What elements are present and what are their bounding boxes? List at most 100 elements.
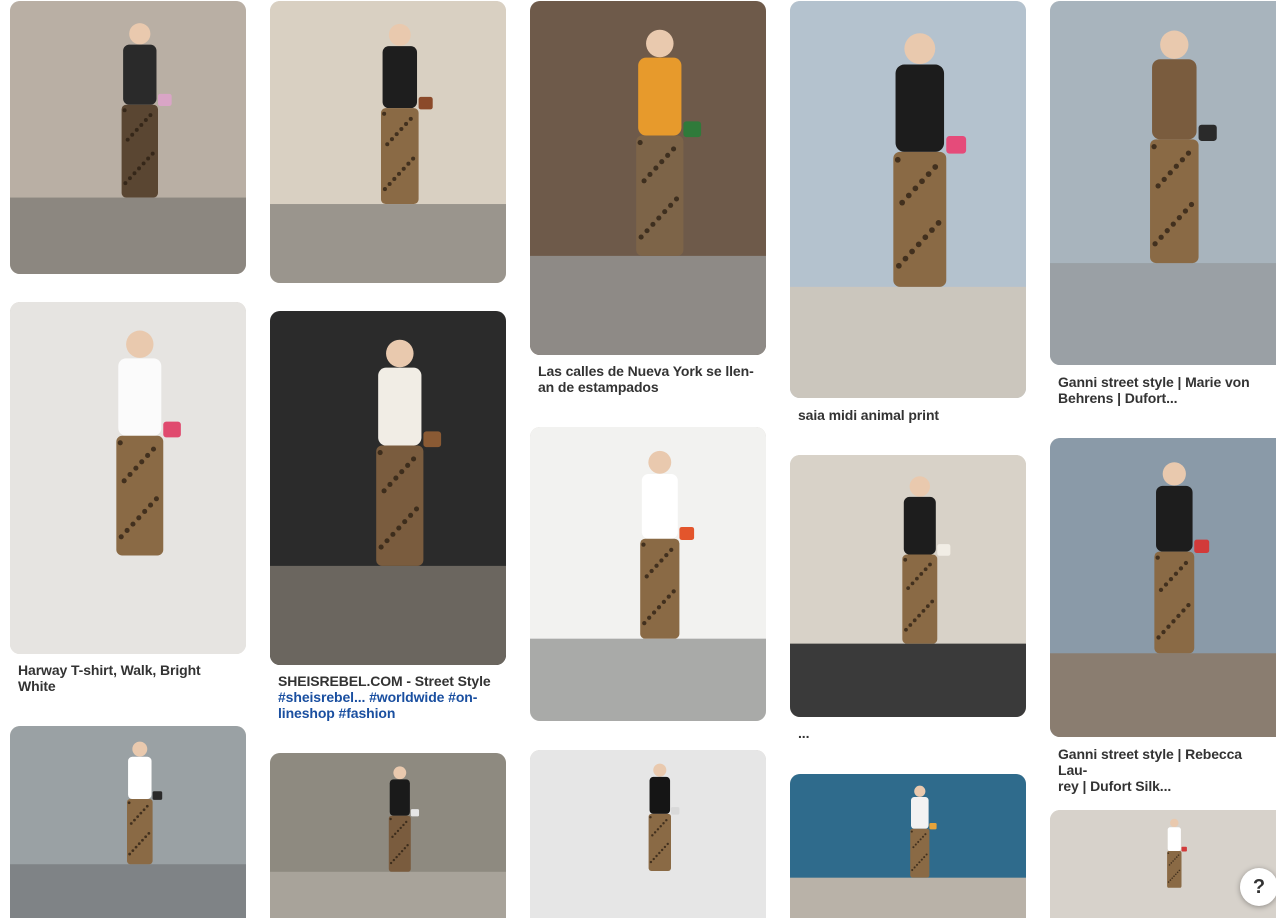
figure-head [648,450,672,474]
leopard-spot [145,804,149,808]
leopard-spot [1169,879,1172,881]
leopard-spot [644,574,649,579]
leopard-spot [659,558,664,563]
leopard-spot [917,613,921,618]
leopard-spot [928,562,932,567]
photo-placeholder [270,753,506,918]
leopard-spot [673,196,680,202]
leopard-spot [932,164,939,170]
leopard-spot [1179,157,1186,163]
pin-title-line: rey | Dufort Silk... [1058,778,1172,794]
figure-top [1167,827,1181,852]
leopard-spot [1183,560,1189,566]
photo-placeholder [530,1,766,355]
leopard-spot [1174,858,1176,860]
leopard-spot [142,808,146,812]
figure-head [1160,30,1189,59]
pin-image[interactable] [270,753,506,918]
pin-image[interactable] [10,302,246,654]
leopard-spot [912,185,919,192]
pin-hashtags[interactable]: lineshop #fashion [278,705,502,721]
leopard-spot [150,151,155,156]
pin-title[interactable]: saia midi animal print [798,407,1022,423]
leopard-spot [1172,860,1174,862]
leopard-spot [143,118,148,122]
leopard-spot [669,547,674,553]
pin-image[interactable] [790,774,1026,918]
leopard-spot [1158,587,1164,593]
leopard-spot [653,831,657,834]
pin-title[interactable]: Ganni street style | Marie von Behrens |… [1058,374,1274,406]
leopard-spot [914,843,917,846]
leopard-spot [1151,143,1157,150]
photo-placeholder [10,726,246,918]
leopard-spot [1182,208,1189,214]
pin-hashtags[interactable]: #sheisrebel... #worldwide #on- [278,689,502,705]
figure-top [649,776,671,814]
photo-placeholder [270,1,506,283]
leopard-spot [121,478,127,484]
leopard-spot [123,181,128,186]
leopard-spot [654,563,659,568]
leopard-spot [1164,228,1170,234]
leopard-spot [647,615,652,620]
leopard-spot [656,828,660,831]
pin-image[interactable] [270,311,506,665]
figure-head [1170,818,1179,828]
pin-image[interactable] [790,1,1026,398]
figure-top [378,367,422,446]
pin-image[interactable] [10,1,246,274]
leopard-spot [399,126,404,132]
figure-head [388,23,411,46]
leopard-spot [1175,856,1178,858]
photo-placeholder [1050,438,1276,737]
leopard-spot [403,847,407,850]
leopard-spot [1161,176,1167,182]
leopard-spot [122,108,127,113]
leopard-spot [671,146,677,152]
pin-image[interactable] [1050,438,1276,737]
leopard-spot [641,542,646,547]
pin-image[interactable] [1050,1,1276,365]
figure-accessory [937,544,951,556]
pin-image[interactable] [270,1,506,283]
help-button[interactable]: ? [1240,868,1276,906]
pin-image[interactable] [530,750,766,918]
leopard-spot [378,544,384,550]
pin-image[interactable] [790,455,1026,717]
pin-title[interactable]: SHEISREBEL.COM - Street Style #sheisrebe… [278,673,502,721]
leopard-spot [406,161,411,166]
pin-title[interactable]: Las calles de Nueva York se llen- an de … [538,363,762,395]
leopard-spot [671,589,676,594]
photo-ground [1050,653,1276,737]
leopard-spot [134,127,139,132]
pin-image[interactable] [10,726,246,918]
leopard-spot [663,845,667,849]
pin-image[interactable] [530,1,766,355]
pin-image[interactable] [530,427,766,721]
leopard-spot [925,853,928,856]
photo-ground [270,204,506,283]
leopard-spot [139,459,145,465]
leopard-spot [915,863,919,866]
leopard-spot [387,481,393,488]
leopard-spot [147,831,151,835]
figure-head [1162,462,1186,486]
leopard-spot [133,818,136,822]
leopard-spot [894,156,901,163]
leopard-spot [1175,873,1177,876]
leopard-spot [903,557,908,562]
leopard-spot [136,815,140,819]
pin-title[interactable]: Ganni street style | Rebecca Lau- rey | … [1058,746,1274,794]
leopard-spot [1155,183,1161,189]
pin-image[interactable] [1050,810,1276,918]
leopard-spot [1167,852,1170,854]
pin-title[interactable]: ... [798,725,1022,741]
pin-title[interactable]: Harway T-shirt, Walk, Bright White [18,662,238,694]
leopard-spot [658,851,661,855]
leopard-spot [912,846,915,849]
leopard-spot [925,171,932,177]
leopard-spot [1173,571,1179,576]
leopard-spot [649,815,652,819]
photo-placeholder [270,311,506,665]
